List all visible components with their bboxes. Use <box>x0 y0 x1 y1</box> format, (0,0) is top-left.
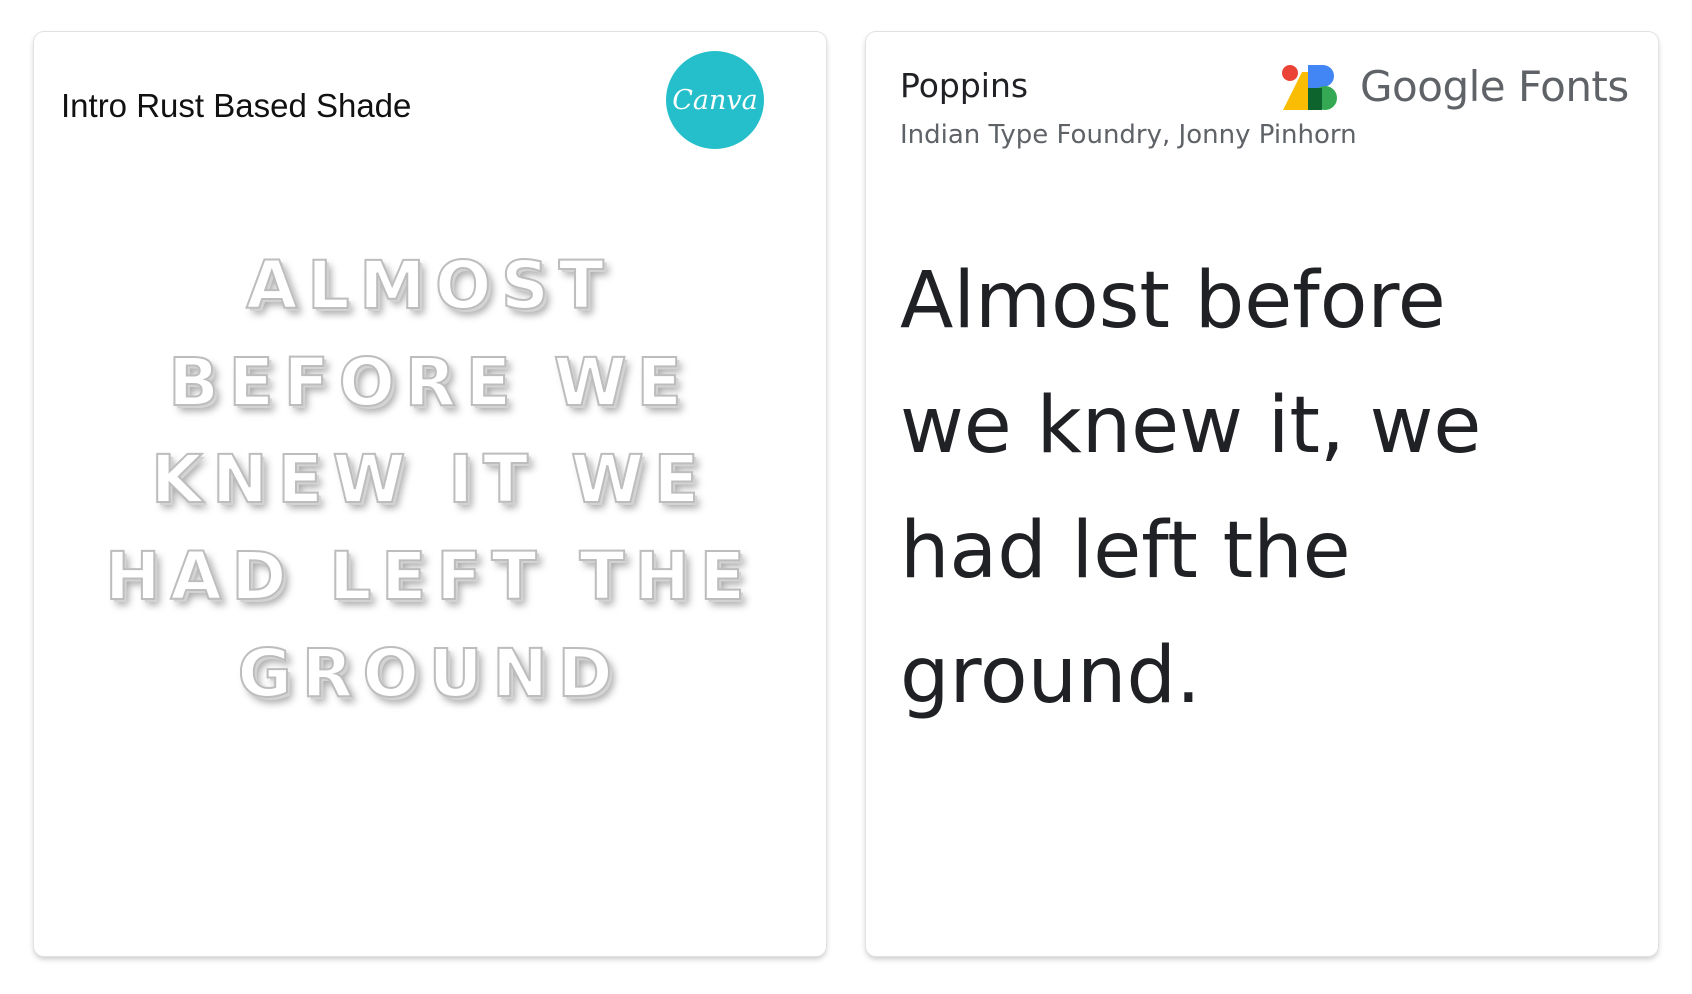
sample-line: KNEW IT WE <box>150 440 709 519</box>
sample-line: we knew it, we <box>900 381 1482 471</box>
sample-line: ground. <box>900 631 1201 721</box>
sample-line: ALMOST <box>245 246 614 325</box>
font-sample-text: Almost before we knew it, we had left th… <box>900 239 1620 739</box>
google-fonts-label: Google Fonts <box>1360 62 1629 111</box>
sample-line: Almost before <box>900 256 1446 346</box>
google-font-card: Poppins Indian Type Foundry, Jonny Pinho… <box>866 32 1658 956</box>
font-title: Poppins <box>900 66 1029 105</box>
sample-line: GROUND <box>237 634 623 713</box>
font-sample-text: ALMOST BEFORE WE KNEW IT WE HAD LEFT THE… <box>34 237 826 722</box>
google-fonts-icon <box>1282 65 1337 110</box>
sample-line: HAD LEFT THE <box>104 537 755 616</box>
canva-logo-icon: Canva <box>666 51 764 149</box>
sample-line: had left the <box>900 506 1351 596</box>
canva-font-card: Intro Rust Based Shade Canva ALMOST BEFO… <box>34 32 826 956</box>
font-designers: Indian Type Foundry, Jonny Pinhorn <box>900 120 1357 150</box>
canva-logo-text: Canva <box>672 84 758 116</box>
font-title: Intro Rust Based Shade <box>61 87 412 124</box>
sample-line: BEFORE WE <box>167 343 692 422</box>
